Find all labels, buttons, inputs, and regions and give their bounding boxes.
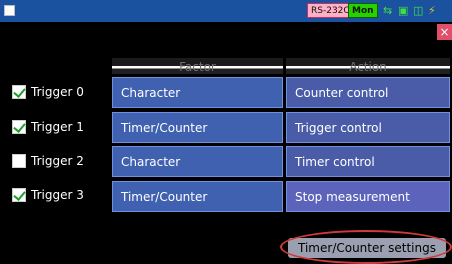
trigger-2-factor[interactable]: Character <box>112 146 283 177</box>
trigger-0-action[interactable]: Counter control <box>286 77 450 108</box>
trigger-1-action[interactable]: Trigger control <box>286 112 450 143</box>
trigger-1-checkbox[interactable]: Trigger 1 <box>12 117 84 137</box>
factor-column-header: Factor <box>112 58 283 74</box>
card-icon: ◫ <box>413 4 424 17</box>
power-icon: ⚡ <box>428 4 436 17</box>
action-column-header: Action <box>286 58 450 74</box>
rs232c-badge: RS-232C <box>307 3 354 18</box>
trigger-2-checkbox[interactable]: Trigger 2 <box>12 151 84 171</box>
trigger-3-action[interactable]: Stop measurement <box>286 181 450 212</box>
trigger-0-factor[interactable]: Character <box>112 77 283 108</box>
window-icon <box>4 5 15 16</box>
trigger-1-factor[interactable]: Timer/Counter <box>112 112 283 143</box>
trigger-2-label: Trigger 2 <box>31 154 84 168</box>
checkbox-unchecked-icon <box>12 154 26 168</box>
trigger-0-label: Trigger 0 <box>31 85 84 99</box>
trigger-2-action[interactable]: Timer control <box>286 146 450 177</box>
title-bar: RS-232C Mon ⇆ ▣ ◫ ⚡ <box>0 0 452 22</box>
port-icon: ▣ <box>398 4 409 17</box>
trigger-3-checkbox[interactable]: Trigger 3 <box>12 185 84 205</box>
trigger-3-label: Trigger 3 <box>31 188 84 202</box>
connection-arrows-icon: ⇆ <box>383 4 393 17</box>
checkbox-checked-icon <box>12 120 26 134</box>
mon-badge: Mon <box>348 3 378 18</box>
checkbox-checked-icon <box>12 85 26 99</box>
trigger-0-checkbox[interactable]: Trigger 0 <box>12 82 84 102</box>
trigger-1-label: Trigger 1 <box>31 120 84 134</box>
checkbox-checked-icon <box>12 188 26 202</box>
timer-counter-settings-button[interactable]: Timer/Counter settings <box>288 238 446 258</box>
close-button[interactable]: × <box>437 24 452 40</box>
trigger-3-factor[interactable]: Timer/Counter <box>112 181 283 212</box>
